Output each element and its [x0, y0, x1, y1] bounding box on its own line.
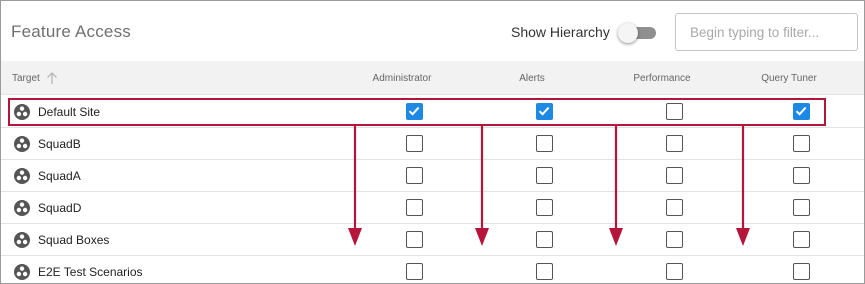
- checkbox-performance[interactable]: [665, 263, 683, 280]
- checkbox-administrator[interactable]: [405, 135, 423, 152]
- show-hierarchy-toggle[interactable]: [618, 23, 656, 43]
- filter-input[interactable]: [675, 13, 858, 51]
- table-row: SquadB: [1, 128, 864, 160]
- column-header-alerts[interactable]: Alerts: [519, 73, 545, 84]
- column-header-performance[interactable]: Performance: [633, 73, 690, 84]
- checkbox-alerts[interactable]: [535, 199, 553, 216]
- sort-ascending-arrow-icon[interactable]: [46, 71, 58, 85]
- table-header: Target Administrator Alerts Performance …: [1, 61, 864, 95]
- page-title: Feature Access: [11, 22, 131, 41]
- row-target-label: Squad Boxes: [38, 233, 110, 247]
- row-target-label: Default Site: [38, 105, 101, 119]
- row-target-label: SquadA: [38, 169, 81, 183]
- table-row: SquadA: [1, 160, 864, 192]
- checkbox-administrator[interactable]: [405, 263, 423, 280]
- checkbox-administrator[interactable]: [405, 231, 423, 248]
- checkbox-performance[interactable]: [665, 135, 683, 152]
- table-row: Default Site: [1, 96, 864, 128]
- checkbox-query-tuner[interactable]: [792, 135, 810, 152]
- panel-header: Feature Access Show Hierarchy: [1, 1, 864, 61]
- table-row: E2E Test Scenarios: [1, 256, 864, 283]
- toggle-knob: [618, 23, 638, 43]
- checkmark-icon: [538, 106, 549, 116]
- checkbox-alerts[interactable]: [535, 103, 553, 120]
- show-hierarchy-label: Show Hierarchy: [511, 24, 610, 40]
- checkbox-alerts[interactable]: [535, 231, 553, 248]
- checkbox-query-tuner[interactable]: [792, 199, 810, 216]
- checkbox-performance[interactable]: [665, 199, 683, 216]
- row-target-label: SquadD: [38, 201, 82, 215]
- checkbox-query-tuner[interactable]: [792, 167, 810, 184]
- checkbox-performance[interactable]: [665, 167, 683, 184]
- checkbox-query-tuner[interactable]: [792, 263, 810, 280]
- checkbox-administrator[interactable]: [405, 199, 423, 216]
- column-header-target[interactable]: Target: [12, 73, 40, 84]
- checkbox-performance[interactable]: [665, 231, 683, 248]
- column-header-administrator[interactable]: Administrator: [373, 73, 432, 84]
- table-row: SquadD: [1, 192, 864, 224]
- checkbox-query-tuner[interactable]: [792, 231, 810, 248]
- row-target-label: E2E Test Scenarios: [38, 265, 143, 279]
- checkbox-administrator[interactable]: [405, 103, 423, 120]
- feature-access-panel: Feature Access Show Hierarchy Target Adm…: [0, 0, 865, 284]
- checkmark-icon: [408, 106, 419, 116]
- checkbox-alerts[interactable]: [535, 135, 553, 152]
- row-target-label: SquadB: [38, 137, 81, 151]
- checkbox-query-tuner[interactable]: [792, 103, 810, 120]
- checkbox-alerts[interactable]: [535, 167, 553, 184]
- column-header-query-tuner[interactable]: Query Tuner: [761, 73, 817, 84]
- checkbox-administrator[interactable]: [405, 167, 423, 184]
- checkbox-performance[interactable]: [665, 103, 683, 120]
- table-row: Squad Boxes: [1, 224, 864, 256]
- checkmark-icon: [795, 106, 806, 116]
- checkbox-alerts[interactable]: [535, 263, 553, 280]
